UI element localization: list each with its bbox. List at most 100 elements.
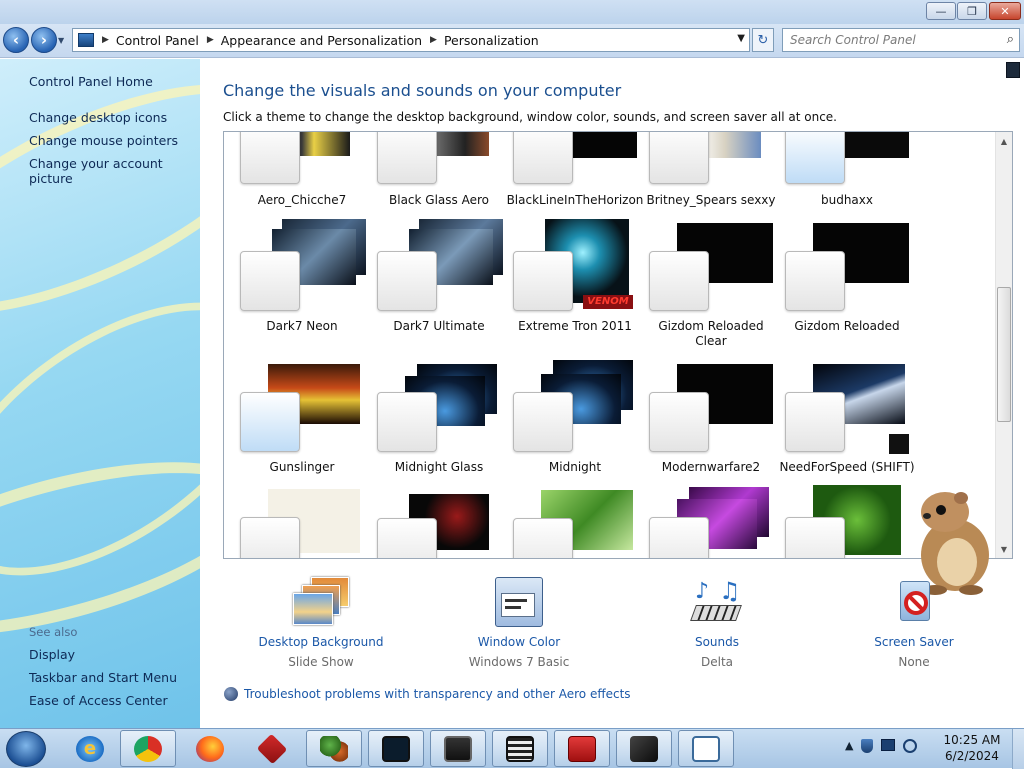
app-taskbar-icon[interactable] — [244, 730, 300, 767]
tray-overflow-icon[interactable]: ▲ — [845, 739, 853, 753]
see-also-heading: See also — [29, 625, 78, 639]
theme-tile[interactable] — [777, 485, 917, 558]
search-input[interactable]: Search Control Panel ⌕ — [782, 28, 1020, 52]
help-icon[interactable] — [1006, 62, 1020, 78]
chrome-taskbar-icon[interactable] — [120, 730, 176, 767]
search-placeholder: Search Control Panel — [790, 33, 916, 47]
theme-name: NeedForSpeed (SHIFT) — [779, 460, 915, 474]
theme-tile[interactable] — [641, 487, 781, 558]
display-link[interactable]: Display — [29, 647, 75, 662]
sounds-link[interactable]: Sounds — [632, 635, 802, 649]
theme-tile[interactable]: Aero_Chicche7 — [232, 132, 372, 214]
theme-window-frame — [513, 132, 573, 184]
sounds-setting[interactable]: ♪ ♫ Sounds Delta — [632, 577, 802, 669]
breadcrumb-personalization[interactable]: Personalization — [444, 33, 539, 48]
theme-window-frame — [377, 251, 437, 311]
desktop-background-icon — [293, 577, 349, 629]
scroll-thumb[interactable] — [997, 287, 1011, 422]
theme-tile[interactable]: budhaxx — [777, 132, 917, 214]
theme-tile[interactable]: Modernwarfare2 — [641, 364, 781, 484]
theme-tile[interactable]: Midnight Glass — [369, 364, 509, 484]
page-title: Change the visuals and sounds on your co… — [223, 81, 622, 100]
theme-tile[interactable]: Dark7 Ultimate — [369, 219, 509, 349]
theme-tile[interactable]: Gizdom Reloaded Clear — [641, 219, 781, 349]
theme-name: Britney_Spears sexxy — [646, 193, 776, 207]
recent-pages-chevron-icon[interactable]: ▼ — [58, 36, 64, 45]
window-taskbar-icon[interactable] — [430, 730, 486, 767]
clock-time: 10:25 AM — [943, 733, 1001, 747]
theme-tile[interactable]: Gizdom Reloaded — [777, 219, 917, 349]
theme-name: Gunslinger — [269, 460, 335, 474]
network-icon[interactable] — [881, 739, 896, 751]
control-panel-home-link[interactable]: Control Panel Home — [29, 74, 153, 89]
firefox-taskbar-icon[interactable] — [182, 730, 238, 767]
theme-window-frame — [649, 251, 709, 311]
chevron-right-icon[interactable]: ▶ — [430, 35, 437, 45]
shield-icon[interactable] — [861, 739, 874, 753]
taskbar-start-menu-link[interactable]: Taskbar and Start Menu — [29, 670, 177, 685]
chevron-right-icon[interactable]: ▶ — [207, 35, 214, 45]
refresh-button[interactable]: ↻ — [752, 28, 774, 52]
theme-window-frame — [240, 251, 300, 311]
forward-button[interactable]: › — [31, 27, 57, 53]
desktop-background-setting[interactable]: Desktop Background Slide Show — [236, 577, 406, 669]
maximize-button[interactable]: ❐ — [957, 2, 987, 20]
window-color-icon — [491, 577, 547, 629]
control-panel-taskbar-icon[interactable] — [678, 730, 734, 767]
change-desktop-icons-link[interactable]: Change desktop icons — [29, 110, 167, 125]
theme-name: Aero_Chicche7 — [257, 193, 347, 207]
theme-window-frame — [240, 392, 300, 452]
screen-saver-setting[interactable]: Screen Saver None — [829, 577, 999, 669]
breadcrumb-appearance[interactable]: Appearance and Personalization — [221, 33, 422, 48]
troubleshoot-aero-link[interactable]: Troubleshoot problems with transparency … — [224, 687, 631, 701]
theme-tile[interactable]: Gunslinger — [232, 364, 372, 484]
change-mouse-pointers-link[interactable]: Change mouse pointers — [29, 133, 178, 148]
red-app-taskbar-icon[interactable] — [554, 730, 610, 767]
minimize-button[interactable]: — — [926, 2, 956, 20]
theme-tile[interactable]: Britney_Spears sexxy — [641, 132, 781, 214]
screen-saver-link[interactable]: Screen Saver — [829, 635, 999, 649]
theme-tile[interactable] — [369, 494, 509, 558]
theme-window-frame — [785, 132, 845, 184]
address-bar[interactable]: ▶ Control Panel ▶ Appearance and Persona… — [72, 28, 750, 52]
change-account-picture-link[interactable]: Change your account picture — [29, 156, 200, 186]
theme-tile[interactable]: Dark7 Neon — [232, 219, 372, 349]
clock[interactable]: 10:25 AM 6/2/2024 — [940, 732, 1004, 764]
start-button[interactable] — [6, 731, 46, 767]
theme-window-frame — [513, 518, 573, 558]
breadcrumb-control-panel[interactable]: Control Panel — [116, 33, 199, 48]
monitor-taskbar-icon[interactable] — [368, 730, 424, 767]
volume-icon[interactable] — [903, 739, 918, 753]
address-dropdown-icon[interactable]: ▼ — [737, 33, 745, 44]
notepad-taskbar-icon[interactable] — [492, 730, 548, 767]
back-button[interactable]: ‹ — [3, 27, 29, 53]
sounds-icon: ♪ ♫ — [689, 577, 745, 629]
theme-tile[interactable] — [505, 490, 645, 558]
theme-tile[interactable]: BlackLineInTheHorizon — [505, 132, 645, 214]
ease-of-access-link[interactable]: Ease of Access Center — [29, 693, 168, 708]
tron-logo: VENOM — [583, 295, 633, 309]
theme-name: Extreme Tron 2011 — [518, 319, 632, 333]
theme-tile[interactable]: NeedForSpeed (SHIFT) — [777, 364, 917, 484]
theme-tile[interactable]: Midnight — [505, 360, 645, 484]
users-taskbar-icon[interactable] — [306, 730, 362, 767]
troubleshoot-text[interactable]: Troubleshoot problems with transparency … — [244, 687, 631, 701]
theme-tile[interactable] — [232, 489, 372, 558]
close-button[interactable]: ✕ — [989, 2, 1021, 20]
scroll-up-icon[interactable]: ▲ — [997, 133, 1011, 149]
desktop-background-link[interactable]: Desktop Background — [236, 635, 406, 649]
theme-name: Gizdom Reloaded — [794, 319, 900, 333]
internet-explorer-taskbar-icon[interactable]: e — [62, 730, 118, 767]
page-instructions: Click a theme to change the desktop back… — [223, 110, 837, 124]
theme-tile[interactable]: Black Glass Aero — [369, 132, 509, 214]
window-color-link[interactable]: Window Color — [434, 635, 604, 649]
window-color-setting[interactable]: Window Color Windows 7 Basic — [434, 577, 604, 669]
chevron-right-icon[interactable]: ▶ — [102, 35, 109, 45]
search-icon[interactable]: ⌕ — [1007, 32, 1014, 47]
theme-window-frame — [240, 517, 300, 558]
theme-window-frame — [649, 392, 709, 452]
show-desktop-button[interactable] — [1012, 729, 1024, 769]
theme-tile[interactable]: VENOM Extreme Tron 2011 — [505, 219, 645, 349]
theme-grid: Aero_Chicche7 Black Glass Aero BlackLine… — [224, 132, 994, 558]
box-taskbar-icon[interactable] — [616, 730, 672, 767]
